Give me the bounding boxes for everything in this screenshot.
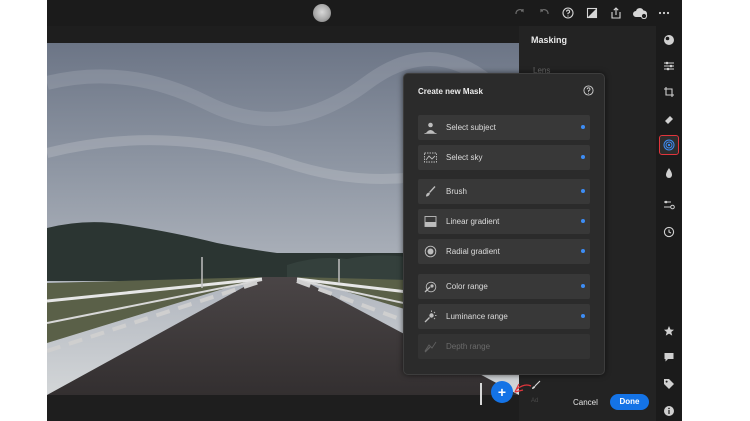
masking-icon[interactable] [659,135,679,155]
comments-icon[interactable] [661,349,677,365]
share-icon[interactable] [604,4,628,22]
option-dot [581,314,585,318]
option-dot [581,125,585,129]
more-icon[interactable] [652,4,676,22]
mask-option-label: Color range [446,282,488,291]
mask-option-label: Radial gradient [446,247,500,256]
add-mode-label: Ad [531,398,539,404]
masking-panel-title: Masking [531,35,568,45]
geometry-icon[interactable] [661,165,677,181]
select-subject-icon [424,122,437,134]
history-icon[interactable] [661,224,677,240]
top-toolbar-icons [508,4,676,22]
annotation-arrow-icon [514,383,532,393]
radial-gradient-icon [424,245,437,258]
linear-gradient-icon [424,216,437,227]
redo-icon[interactable] [508,4,532,22]
compare-icon[interactable] [580,4,604,22]
help-icon[interactable] [556,4,580,22]
top-toolbar [47,0,682,26]
done-button[interactable]: Done [610,394,649,410]
option-dot [581,219,585,223]
depth-range-icon [424,341,437,353]
cancel-button[interactable]: Cancel [573,398,598,407]
luminance-range-icon [424,310,437,323]
mask-option-select-sky[interactable]: Select sky [418,145,590,170]
healing-icon[interactable] [661,111,677,127]
mask-option-color-range[interactable]: Color range [418,274,590,299]
brush-icon [426,186,436,197]
mask-option-select-subject[interactable]: Select subject [418,115,590,140]
help-icon[interactable] [583,85,594,96]
tag-icon[interactable] [661,376,677,392]
color-range-icon [424,281,437,293]
crop-icon[interactable] [661,84,677,100]
option-dot [581,249,585,253]
info-icon[interactable] [661,403,677,419]
edit-sliders-icon[interactable] [661,58,677,74]
brush-icon[interactable] [531,380,541,390]
select-sky-icon [424,152,437,163]
mask-option-depth-range: Depth range [418,334,590,359]
mask-option-label: Depth range [446,342,491,351]
undo-icon[interactable] [532,4,556,22]
option-dot [581,155,585,159]
mask-option-label: Select subject [446,123,496,132]
mask-option-label: Brush [446,187,467,196]
mask-option-label: Luminance range [446,312,508,321]
loupe-indicator[interactable] [313,4,331,22]
option-dot [581,284,585,288]
rating-icon[interactable] [661,323,677,339]
versions-icon[interactable] [661,197,677,213]
lightroom-app: Masking Lens Create new Mask Select subj… [47,0,682,421]
mask-option-brush[interactable]: Brush [418,179,590,204]
bottom-divider [480,383,482,405]
presets-icon[interactable] [661,32,677,48]
add-mask-button[interactable]: + [491,381,513,403]
right-tool-rail [656,26,682,421]
mask-option-radial-gradient[interactable]: Radial gradient [418,239,590,264]
popup-title: Create new Mask [418,87,483,96]
option-dot [581,189,585,193]
mask-option-luminance-range[interactable]: Luminance range [418,304,590,329]
mask-option-label: Linear gradient [446,217,500,226]
mask-option-linear-gradient[interactable]: Linear gradient [418,209,590,234]
cloud-sync-icon[interactable] [628,4,652,22]
create-mask-popup: Create new Mask Select subject Select sk… [403,73,605,375]
mask-option-label: Select sky [446,153,483,162]
